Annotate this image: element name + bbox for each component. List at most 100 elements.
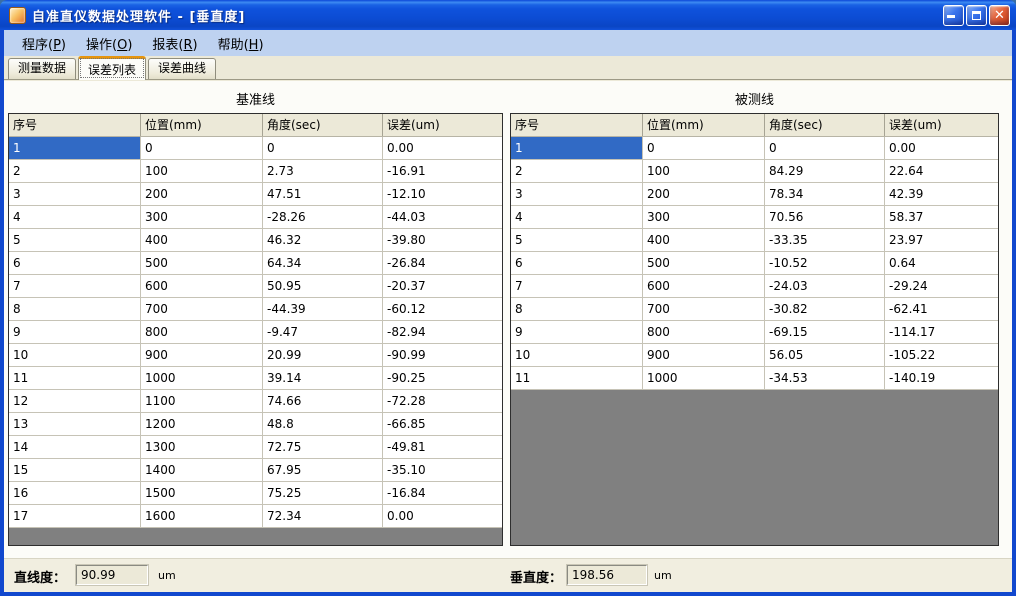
- table-row[interactable]: 760050.95-20.37: [9, 275, 502, 298]
- tab-measure-data[interactable]: 测量数据: [8, 58, 76, 79]
- table-cell[interactable]: 600: [643, 275, 765, 297]
- table-cell[interactable]: 2: [9, 160, 141, 182]
- table-cell[interactable]: 800: [141, 321, 263, 343]
- table-row[interactable]: 14130072.75-49.81: [9, 436, 502, 459]
- table-cell[interactable]: 7: [9, 275, 141, 297]
- table-cell[interactable]: 600: [141, 275, 263, 297]
- table-cell[interactable]: 1600: [141, 505, 263, 527]
- table-cell[interactable]: -16.91: [383, 160, 502, 182]
- table-row[interactable]: 12110074.66-72.28: [9, 390, 502, 413]
- table-cell[interactable]: 300: [643, 206, 765, 228]
- table-cell[interactable]: -60.12: [383, 298, 502, 320]
- table-cell[interactable]: 4: [511, 206, 643, 228]
- table-cell[interactable]: -16.84: [383, 482, 502, 504]
- table-cell[interactable]: 1000: [643, 367, 765, 389]
- table-cell[interactable]: 1400: [141, 459, 263, 481]
- table-cell[interactable]: -69.15: [765, 321, 885, 343]
- table-cell[interactable]: 10: [511, 344, 643, 366]
- table-cell[interactable]: 8: [9, 298, 141, 320]
- table-cell[interactable]: 11: [9, 367, 141, 389]
- table-cell[interactable]: -105.22: [885, 344, 998, 366]
- table-cell[interactable]: 400: [643, 229, 765, 251]
- table-cell[interactable]: 78.34: [765, 183, 885, 205]
- table-cell[interactable]: 800: [643, 321, 765, 343]
- table-cell[interactable]: 75.25: [263, 482, 383, 504]
- table-row[interactable]: 1000.00: [511, 137, 998, 160]
- table-row[interactable]: 6500-10.520.64: [511, 252, 998, 275]
- table-row[interactable]: 9800-69.15-114.17: [511, 321, 998, 344]
- table-row[interactable]: 8700-44.39-60.12: [9, 298, 502, 321]
- table-cell[interactable]: 3: [9, 183, 141, 205]
- table-cell[interactable]: 20.99: [263, 344, 383, 366]
- table-cell[interactable]: 0: [263, 137, 383, 159]
- table-cell[interactable]: 11: [511, 367, 643, 389]
- table-cell[interactable]: 7: [511, 275, 643, 297]
- table-cell[interactable]: 70.56: [765, 206, 885, 228]
- table-cell[interactable]: 1200: [141, 413, 263, 435]
- menu-item-operation[interactable]: 操作(O): [76, 31, 142, 56]
- table-cell[interactable]: -49.81: [383, 436, 502, 458]
- table-cell[interactable]: -90.99: [383, 344, 502, 366]
- table-row[interactable]: 540046.32-39.80: [9, 229, 502, 252]
- table-cell[interactable]: 22.64: [885, 160, 998, 182]
- table-row[interactable]: 320078.3442.39: [511, 183, 998, 206]
- table-row[interactable]: 210084.2922.64: [511, 160, 998, 183]
- table-row[interactable]: 430070.5658.37: [511, 206, 998, 229]
- table-cell[interactable]: 50.95: [263, 275, 383, 297]
- table-cell[interactable]: 0: [643, 137, 765, 159]
- table-cell[interactable]: 48.8: [263, 413, 383, 435]
- table-cell[interactable]: -114.17: [885, 321, 998, 343]
- table-row[interactable]: 7600-24.03-29.24: [511, 275, 998, 298]
- table-cell[interactable]: 1300: [141, 436, 263, 458]
- table-cell[interactable]: 6: [511, 252, 643, 274]
- table-cell[interactable]: -44.39: [263, 298, 383, 320]
- table-cell[interactable]: 500: [643, 252, 765, 274]
- table-cell[interactable]: -26.84: [383, 252, 502, 274]
- table-cell[interactable]: 17: [9, 505, 141, 527]
- table-cell[interactable]: 5: [511, 229, 643, 251]
- table-row[interactable]: 650064.34-26.84: [9, 252, 502, 275]
- table-row[interactable]: 9800-9.47-82.94: [9, 321, 502, 344]
- table-cell[interactable]: 9: [511, 321, 643, 343]
- table-cell[interactable]: 5: [9, 229, 141, 251]
- table-row[interactable]: 8700-30.82-62.41: [511, 298, 998, 321]
- table-cell[interactable]: 12: [9, 390, 141, 412]
- table-row[interactable]: 17160072.340.00: [9, 505, 502, 528]
- table-cell[interactable]: 700: [141, 298, 263, 320]
- title-bar[interactable]: 自准直仪数据处理软件 - [垂直度] ✕: [0, 0, 1016, 30]
- close-icon[interactable]: ✕: [989, 5, 1010, 26]
- table-cell[interactable]: 400: [141, 229, 263, 251]
- table-cell[interactable]: -72.28: [383, 390, 502, 412]
- table-row[interactable]: 21002.73-16.91: [9, 160, 502, 183]
- table-cell[interactable]: 100: [643, 160, 765, 182]
- table-cell[interactable]: 6: [9, 252, 141, 274]
- table-cell[interactable]: 200: [643, 183, 765, 205]
- table-cell[interactable]: -82.94: [383, 321, 502, 343]
- table-cell[interactable]: 0: [141, 137, 263, 159]
- table-cell[interactable]: 1: [511, 137, 643, 159]
- table-cell[interactable]: 47.51: [263, 183, 383, 205]
- table-cell[interactable]: 1: [9, 137, 141, 159]
- table-cell[interactable]: -28.26: [263, 206, 383, 228]
- table-cell[interactable]: 2: [511, 160, 643, 182]
- table-row[interactable]: 1000.00: [9, 137, 502, 160]
- menu-item-report[interactable]: 报表(R): [142, 31, 207, 56]
- table-cell[interactable]: 1500: [141, 482, 263, 504]
- maximize-icon[interactable]: [966, 5, 987, 26]
- table-cell[interactable]: 74.66: [263, 390, 383, 412]
- table-cell[interactable]: 58.37: [885, 206, 998, 228]
- table-row[interactable]: 13120048.8-66.85: [9, 413, 502, 436]
- table-cell[interactable]: 100: [141, 160, 263, 182]
- table-row[interactable]: 320047.51-12.10: [9, 183, 502, 206]
- table-row[interactable]: 16150075.25-16.84: [9, 482, 502, 505]
- table-cell[interactable]: 15: [9, 459, 141, 481]
- table-cell[interactable]: -12.10: [383, 183, 502, 205]
- table-cell[interactable]: 39.14: [263, 367, 383, 389]
- table-cell[interactable]: -62.41: [885, 298, 998, 320]
- table-cell[interactable]: 10: [9, 344, 141, 366]
- table-cell[interactable]: 14: [9, 436, 141, 458]
- menu-item-program[interactable]: 程序(P): [12, 31, 76, 56]
- perpendicularity-field[interactable]: 198.56: [567, 565, 647, 585]
- table-row[interactable]: 1090020.99-90.99: [9, 344, 502, 367]
- table-cell[interactable]: 42.39: [885, 183, 998, 205]
